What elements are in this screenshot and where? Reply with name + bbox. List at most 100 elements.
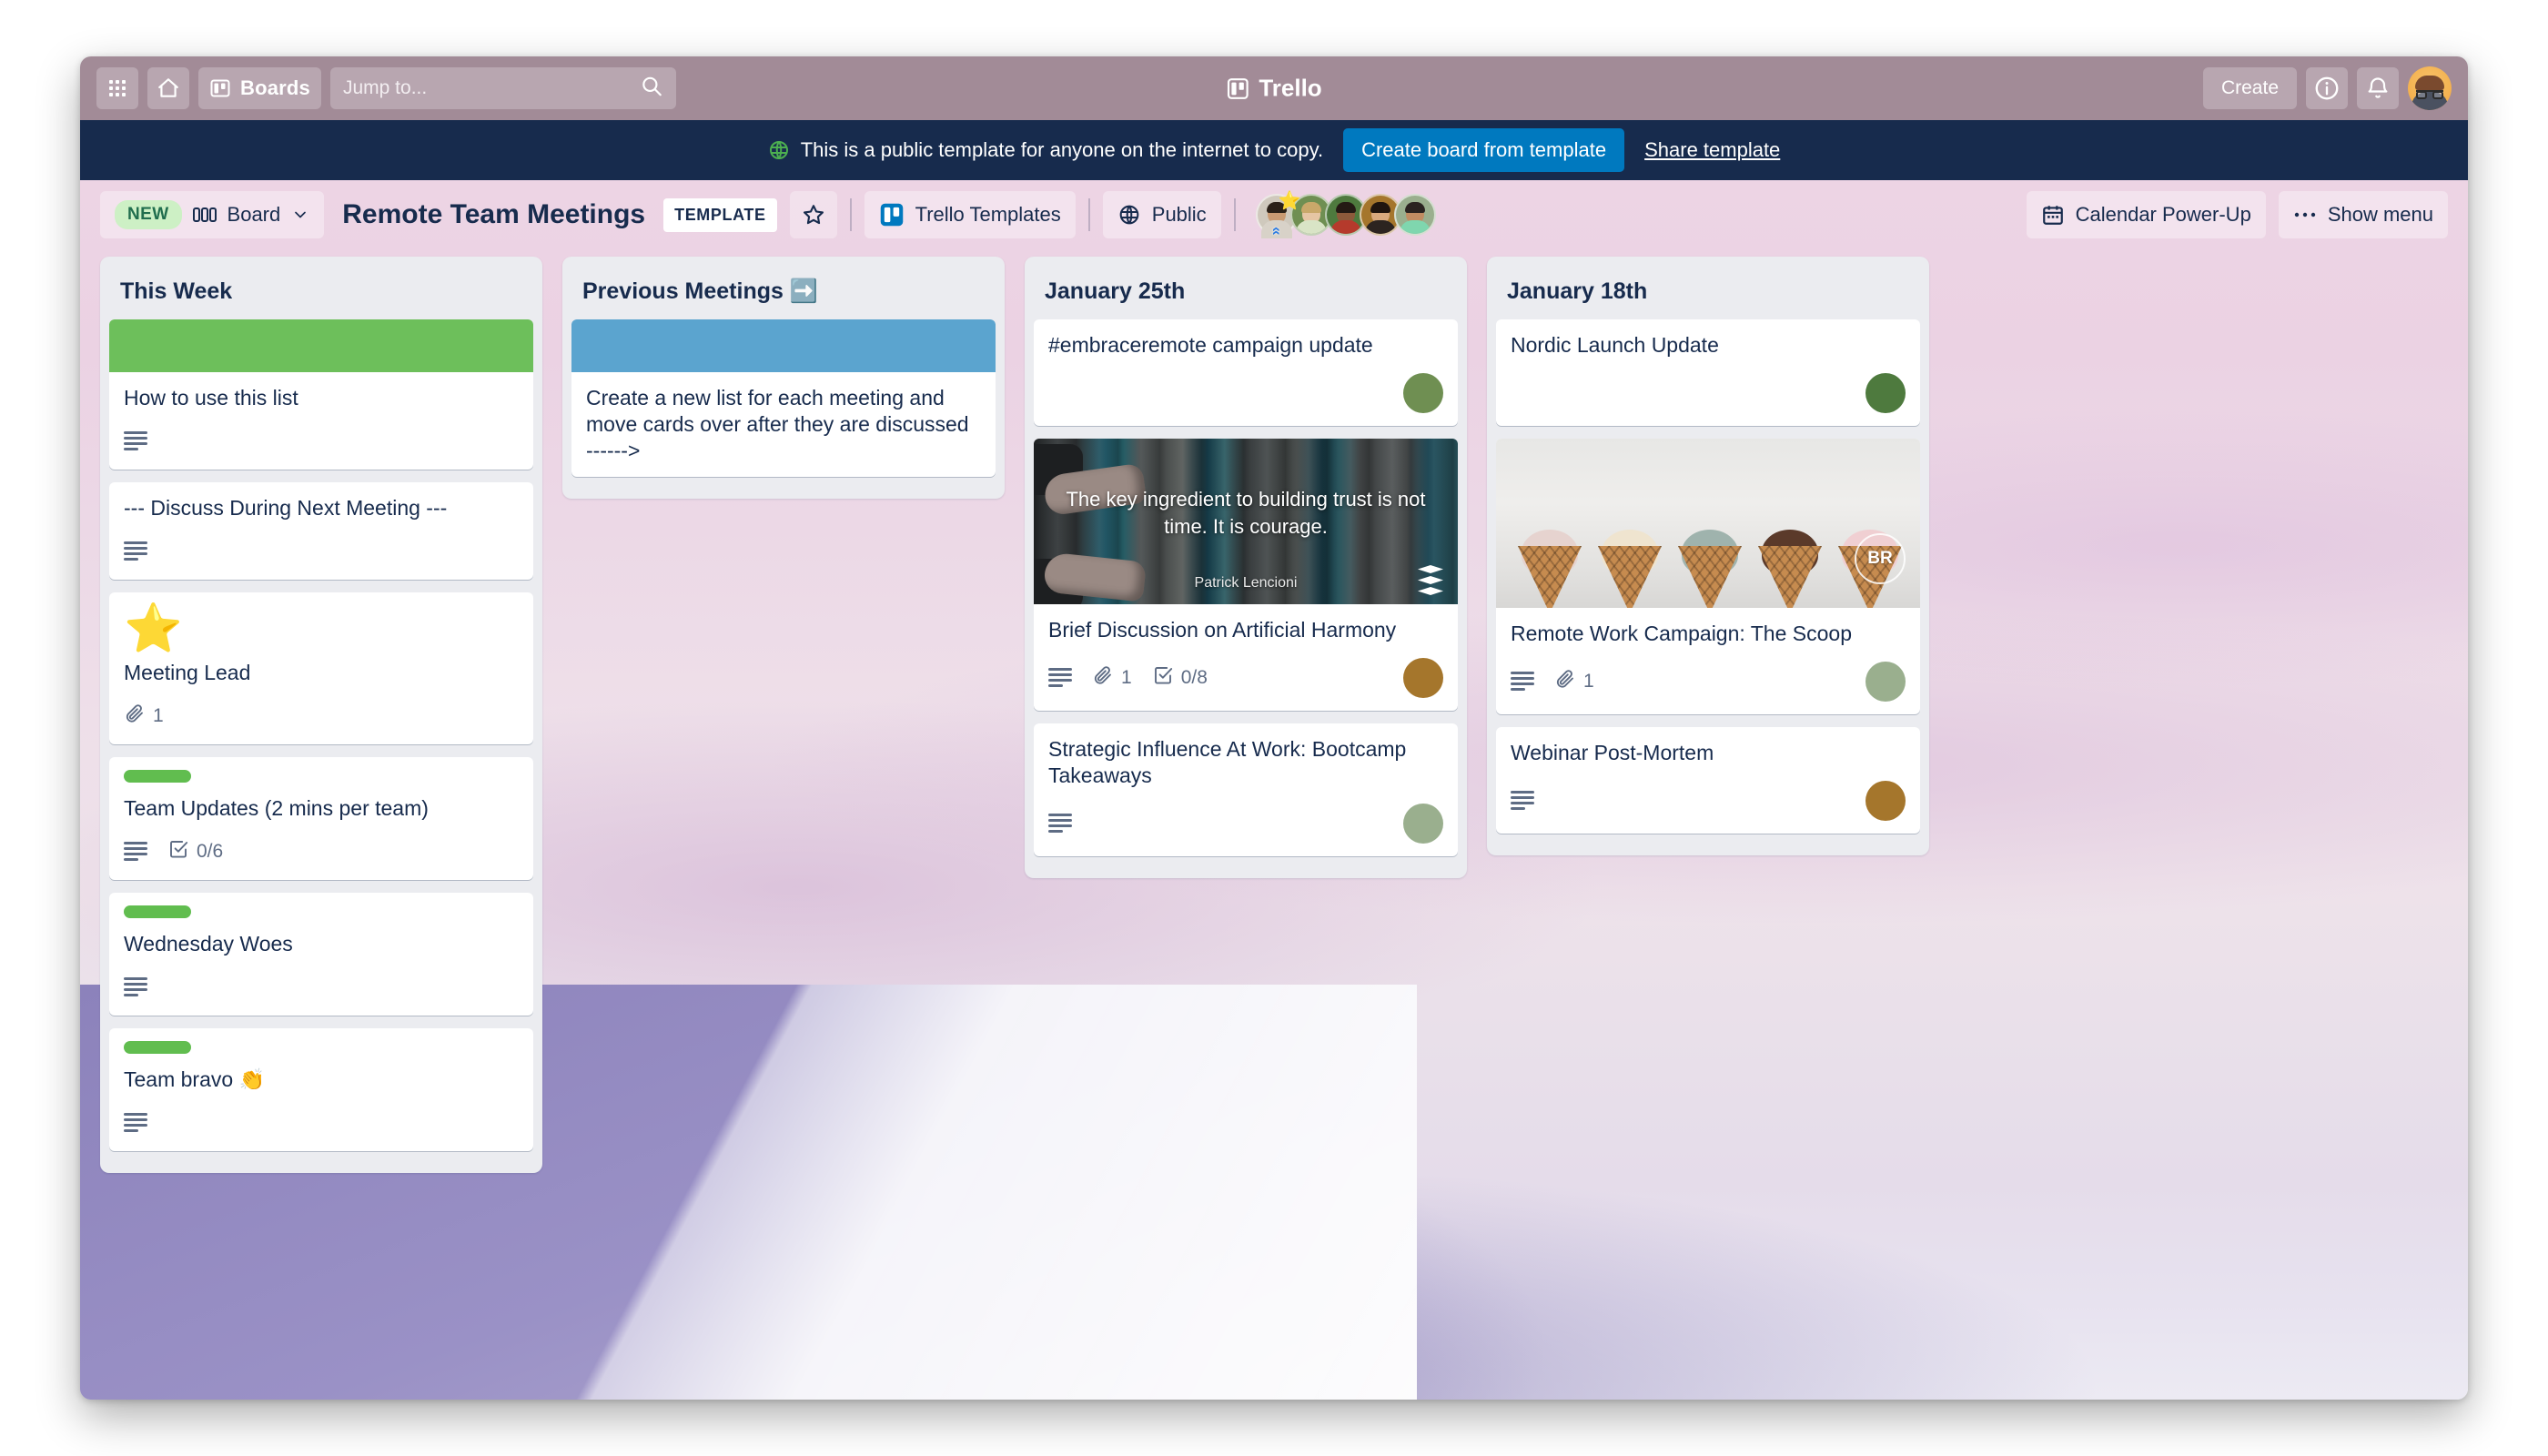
avatar-hair xyxy=(1335,202,1356,213)
apps-grid-button[interactable] xyxy=(96,67,138,109)
checklist-icon xyxy=(167,838,189,865)
top-navigation-bar: Boards Jump to... Trello Create xyxy=(80,56,2468,120)
card-label[interactable] xyxy=(124,905,191,918)
notifications-button[interactable] xyxy=(2357,67,2399,109)
card-member-avatar[interactable] xyxy=(1866,780,1906,821)
workspace-label: Trello Templates xyxy=(915,203,1061,226)
waffle-cone xyxy=(1758,545,1822,608)
board-lists: This Week How to use this list --- Discuss… xyxy=(80,249,2468,1173)
card[interactable]: --- Discuss During Next Meeting --- xyxy=(109,481,533,580)
public-template-banner: This is a public template for anyone on … xyxy=(80,120,2468,180)
board-header-right-group: Calendar Power-Up Show menu xyxy=(2026,191,2448,238)
attachment-badge: 1 xyxy=(124,703,164,730)
board-list: January 25th #embraceremote campaign upda… xyxy=(1025,257,1467,878)
user-avatar[interactable] xyxy=(2408,66,2452,110)
card-title: Team Updates (2 mins per team) xyxy=(124,795,429,820)
attachment-badge: 1 xyxy=(1092,664,1132,692)
card-title: Create a new list for each meeting and m… xyxy=(586,386,969,462)
attachment-count: 1 xyxy=(1583,670,1594,692)
banner-text: This is a public template for anyone on … xyxy=(800,138,1324,161)
calendar-power-up-button[interactable]: Calendar Power-Up xyxy=(2026,191,2266,238)
calendar-power-up-label: Calendar Power-Up xyxy=(2075,203,2251,226)
card-body: ⭐ Meeting Lead 1 xyxy=(109,592,533,744)
card[interactable]: The key ingredient to building trust is … xyxy=(1034,438,1458,711)
apps-grid-icon xyxy=(109,80,126,96)
checklist-count: 0/6 xyxy=(197,840,224,862)
card-body: Strategic Influence At Work: Bootcamp Ta… xyxy=(1034,723,1458,856)
card[interactable]: How to use this list xyxy=(109,319,533,470)
card-member-avatar[interactable] xyxy=(1403,803,1443,844)
card-badges: 1 0/8 xyxy=(1048,657,1443,698)
card-member-avatar[interactable] xyxy=(1403,372,1443,413)
star-outline-icon xyxy=(803,205,824,225)
create-board-from-template-button[interactable]: Create board from template xyxy=(1343,128,1625,172)
boards-button[interactable]: Boards xyxy=(198,67,321,109)
card-badges xyxy=(124,972,519,1003)
board-view-switcher[interactable]: NEW Board xyxy=(100,191,325,238)
card[interactable]: Strategic Influence At Work: Bootcamp Ta… xyxy=(1034,723,1458,856)
card-title: Meeting Lead xyxy=(124,660,251,684)
card[interactable]: BR Remote Work Campaign: The Scoop 1 xyxy=(1496,438,1920,714)
card[interactable]: Webinar Post-Mortem xyxy=(1496,726,1920,834)
ice-cream-cone xyxy=(1596,526,1663,608)
description-icon xyxy=(124,431,147,451)
avatar-body xyxy=(1330,220,1361,234)
list-title[interactable]: January 25th xyxy=(1034,266,1458,319)
card-member-avatar[interactable] xyxy=(1866,372,1906,413)
card-member-avatar[interactable] xyxy=(1866,661,1906,702)
board-title[interactable]: Remote Team Meetings xyxy=(337,199,651,230)
br-logo-watermark: BR xyxy=(1855,532,1906,584)
card-member-avatar[interactable] xyxy=(1403,657,1443,698)
trello-window: Boards Jump to... Trello Create This is … xyxy=(80,56,2468,1400)
workspace-button[interactable]: Trello Templates xyxy=(864,191,1076,238)
attachment-icon xyxy=(124,703,146,730)
card[interactable]: #embraceremote campaign update xyxy=(1034,319,1458,426)
list-title[interactable]: Previous Meetings ➡️ xyxy=(571,266,996,319)
list-title[interactable]: January 18th xyxy=(1496,266,1920,319)
card-badges: 1 xyxy=(124,701,519,732)
card[interactable]: Create a new list for each meeting and m… xyxy=(571,319,996,477)
waffle-cone xyxy=(1598,545,1662,608)
card-label[interactable] xyxy=(124,769,191,783)
description-icon xyxy=(124,977,147,997)
home-button[interactable] xyxy=(147,67,189,109)
description-icon xyxy=(124,842,147,862)
card-title: Nordic Launch Update xyxy=(1511,333,1719,357)
search-placeholder: Jump to... xyxy=(343,77,428,98)
description-icon xyxy=(1511,791,1534,811)
card[interactable]: Team bravo 👏 xyxy=(109,1027,533,1151)
card[interactable]: ⭐ Meeting Lead 1 xyxy=(109,592,533,744)
avatar-hair xyxy=(1404,202,1425,213)
board-member-avatar[interactable] xyxy=(1393,194,1436,236)
card[interactable]: Nordic Launch Update xyxy=(1496,319,1920,426)
card-badges xyxy=(1511,372,1906,413)
avatar-glasses xyxy=(2416,90,2443,99)
create-button-label: Create xyxy=(2220,77,2279,98)
share-template-link[interactable]: Share template xyxy=(1644,138,1780,162)
attachment-count: 1 xyxy=(153,704,164,726)
card-body: Brief Discussion on Artificial Harmony 1 0… xyxy=(1034,604,1458,711)
create-button[interactable]: Create xyxy=(2202,67,2297,109)
info-button[interactable] xyxy=(2306,67,2348,109)
attachment-icon xyxy=(1554,668,1576,695)
visibility-button[interactable]: Public xyxy=(1102,191,1221,238)
member-star-badge: ⭐ xyxy=(1278,191,1301,211)
card[interactable]: Wednesday Woes xyxy=(109,892,533,1016)
show-menu-button[interactable]: Show menu xyxy=(2278,191,2448,238)
checklist-badge: 0/8 xyxy=(1152,664,1208,692)
card-title: Strategic Influence At Work: Bootcamp Ta… xyxy=(1048,736,1407,787)
trello-logo-icon xyxy=(880,203,903,227)
star-emoji-icon: ⭐ xyxy=(124,602,183,655)
card-title: Wednesday Woes xyxy=(124,931,293,956)
ice-cream-cone xyxy=(1516,526,1583,608)
star-board-button[interactable] xyxy=(789,191,837,238)
card-label[interactable] xyxy=(124,1040,191,1054)
search-input[interactable]: Jump to... xyxy=(330,67,676,109)
attachment-icon xyxy=(1092,664,1114,692)
list-title[interactable]: This Week xyxy=(109,266,533,319)
card[interactable]: Team Updates (2 mins per team) 0/6 xyxy=(109,756,533,880)
card-badges xyxy=(124,426,519,457)
card-badges: 1 xyxy=(1511,661,1906,702)
card-title: #embraceremote campaign update xyxy=(1048,333,1373,357)
avatar-hair xyxy=(2415,76,2444,90)
